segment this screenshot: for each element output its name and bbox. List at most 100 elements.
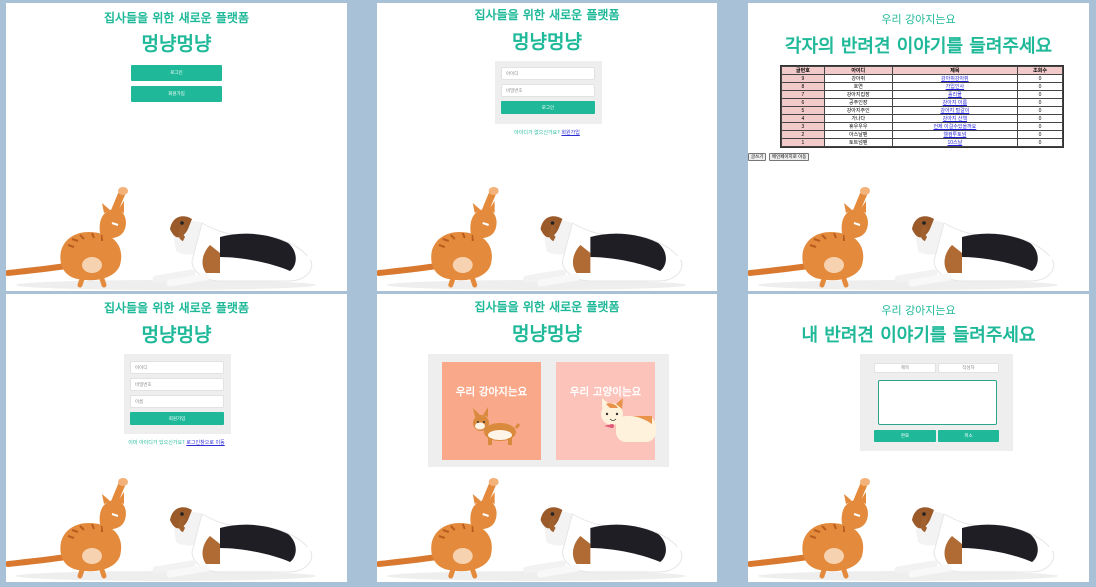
table-row: 5 강아지주인 강아지 털갈이 0	[781, 106, 1063, 115]
post-number-cell: 7	[781, 90, 825, 99]
user-id-cell: 아스날팬	[823, 130, 893, 139]
user-id-cell: 토트넘팬	[823, 138, 893, 147]
views-cell: 0	[1017, 82, 1063, 91]
post-number-cell: 3	[781, 122, 825, 131]
post-number-cell: 9	[781, 74, 825, 83]
pet-select-panel: 집사들을 위한 새로운 플랫폼 멍냥멍냥 우리 강아지는요 우리 고양이는요	[377, 294, 717, 582]
site-subtitle: 집사들을 위한 새로운 플랫폼	[103, 11, 249, 25]
brand-title: 멍냥멍냥	[512, 31, 582, 53]
main-page-button[interactable]: 메인페이지로 이동	[769, 153, 810, 161]
complete-button[interactable]: 완료	[874, 430, 936, 442]
post-title-link[interactable]: 10스날	[891, 138, 1019, 147]
write-form: 제목 작성자 완료 취소	[860, 354, 1013, 451]
pets-illustration	[6, 173, 347, 291]
write-panel: 우리 강아지는요 내 반려견 이야기를 들려주세요 제목 작성자 완료 취소	[748, 294, 1089, 582]
signup-panel: 집사들을 위한 새로운 플랫폼 멍냥멍냥 아이디 비밀번호 이름 회원가입 이미…	[6, 294, 347, 582]
login-note: 이미 아이디가 있으신가요? 로그인창으로 이동	[6, 439, 347, 446]
post-title-link[interactable]: 웰컴투토넘	[891, 130, 1019, 139]
login-link[interactable]: 로그인창으로 이동	[186, 440, 224, 446]
id-input[interactable]: 아이디	[501, 67, 595, 80]
cat-icon	[601, 398, 656, 442]
pets-illustration	[748, 464, 1089, 582]
user-id-cell: 가나다	[823, 114, 893, 123]
views-cell: 0	[1017, 106, 1063, 115]
home-panel: 집사들을 위한 새로운 플랫폼 멍냥멍냥 로그인 회원가입	[6, 3, 347, 291]
signup-submit-button[interactable]: 회원가입	[130, 412, 224, 425]
site-subtitle: 집사들을 위한 새로운 플랫폼	[103, 301, 249, 315]
user-id-cell: 휴우우우	[823, 122, 893, 131]
table-row: 4 가나다 강아지 산책 0	[781, 114, 1063, 123]
password-input[interactable]: 비밀번호	[501, 84, 595, 97]
post-title-link[interactable]: 홀리몰	[891, 90, 1019, 99]
dog-card-title: 우리 강아지는요	[455, 386, 528, 398]
signup-link[interactable]: 회원가입	[561, 130, 579, 136]
login-panel: 집사들을 위한 새로운 플랫폼 멍냥멍냥 아이디 비밀번호 로그인 아이디가 없…	[377, 3, 717, 291]
post-title-link[interactable]: 강아지 산책	[891, 114, 1019, 123]
signup-note: 아이디가 없으신가요? 회원가입	[377, 129, 717, 136]
views-cell: 0	[1017, 74, 1063, 83]
write-large-heading: 내 반려견 이야기를 들려주세요	[801, 325, 1036, 346]
post-title-link[interactable]: 강아지 털갈이	[891, 106, 1019, 115]
board-large-heading: 각자의 반려견 이야기를 들려주세요	[784, 36, 1053, 57]
table-header-row: 글번호 아이디 제목 조회수	[781, 66, 1063, 75]
title-input[interactable]: 제목	[874, 363, 936, 373]
pets-illustration	[6, 464, 347, 582]
col-post-number: 글번호	[781, 66, 825, 75]
col-views: 조회수	[1017, 66, 1063, 75]
signup-button[interactable]: 회원가입	[131, 86, 222, 102]
dog-card[interactable]: 우리 강아지는요	[442, 362, 541, 460]
post-title-link[interactable]: 언제 이걸수있을까요	[891, 122, 1019, 131]
password-input[interactable]: 비밀번호	[130, 378, 224, 391]
corgi-icon	[473, 407, 520, 445]
pets-illustration	[748, 173, 1089, 291]
table-row: 3 휴우우우 언제 이걸수있을까요 0	[781, 122, 1063, 131]
site-subtitle: 집사들을 위한 새로운 플랫폼	[474, 300, 620, 314]
table-row: 6 공주인장 강아지 이름 0	[781, 98, 1063, 107]
post-number-cell: 8	[781, 82, 825, 91]
col-title: 제목	[891, 66, 1019, 75]
id-input[interactable]: 아이디	[130, 361, 224, 374]
views-cell: 0	[1017, 138, 1063, 147]
pets-illustration	[377, 173, 717, 291]
col-user-id: 아이디	[823, 66, 893, 75]
user-id-cell: 강아지주인	[823, 106, 893, 115]
table-row: 9 강아쥐 강아쥐강아쥐 0	[781, 74, 1063, 83]
login-button[interactable]: 로그인	[131, 65, 222, 81]
views-cell: 0	[1017, 130, 1063, 139]
brand-title: 멍냥멍냥	[141, 324, 212, 346]
brand-title: 멍냥멍냥	[512, 323, 582, 345]
post-title-link[interactable]: 강아지 이름	[891, 98, 1019, 107]
brand-title: 멍냥멍냥	[141, 33, 212, 55]
post-title-link[interactable]: 가입인사	[891, 82, 1019, 91]
post-number-cell: 2	[781, 130, 825, 139]
post-number-cell: 1	[781, 138, 825, 147]
cat-card[interactable]: 우리 고양이는요	[556, 362, 656, 460]
user-id-cell: 공주인장	[823, 98, 893, 107]
user-id-cell: 강아지집장	[823, 90, 893, 99]
cat-card-title: 우리 고양이는요	[569, 386, 642, 398]
post-number-cell: 5	[781, 106, 825, 115]
table-row: 7 강아지집장 홀리몰 0	[781, 90, 1063, 99]
site-subtitle: 집사들을 위한 새로운 플랫폼	[474, 8, 620, 22]
post-number-cell: 4	[781, 114, 825, 123]
author-input[interactable]: 작성자	[938, 363, 999, 373]
signup-form: 아이디 비밀번호 이름 회원가입	[124, 354, 231, 434]
post-number-cell: 6	[781, 98, 825, 107]
views-cell: 0	[1017, 122, 1063, 131]
views-cell: 0	[1017, 90, 1063, 99]
board-panel: 우리 강아지는요 각자의 반려견 이야기를 들려주세요 글번호 아이디 제목 조…	[748, 3, 1089, 291]
table-row: 2 아스날팬 웰컴투토넘 0	[781, 130, 1063, 139]
post-table: 글번호 아이디 제목 조회수 9 강아쥐 강아쥐강아쥐 0 8 호연 가입인사 0 7 강아지집장…	[780, 65, 1064, 148]
login-form: 아이디 비밀번호 로그인	[495, 61, 602, 124]
write-button[interactable]: 글쓰기	[748, 153, 767, 161]
table-row: 8 호연 가입인사 0	[781, 82, 1063, 91]
pets-illustration	[377, 464, 717, 582]
user-id-cell: 호연	[823, 82, 893, 91]
post-title-link[interactable]: 강아쥐강아쥐	[891, 74, 1019, 83]
name-input[interactable]: 이름	[130, 395, 224, 408]
content-textarea[interactable]	[878, 380, 997, 425]
views-cell: 0	[1017, 98, 1063, 107]
write-small-heading: 우리 강아지는요	[881, 304, 956, 317]
login-submit-button[interactable]: 로그인	[501, 101, 595, 114]
cancel-button[interactable]: 취소	[938, 430, 999, 442]
